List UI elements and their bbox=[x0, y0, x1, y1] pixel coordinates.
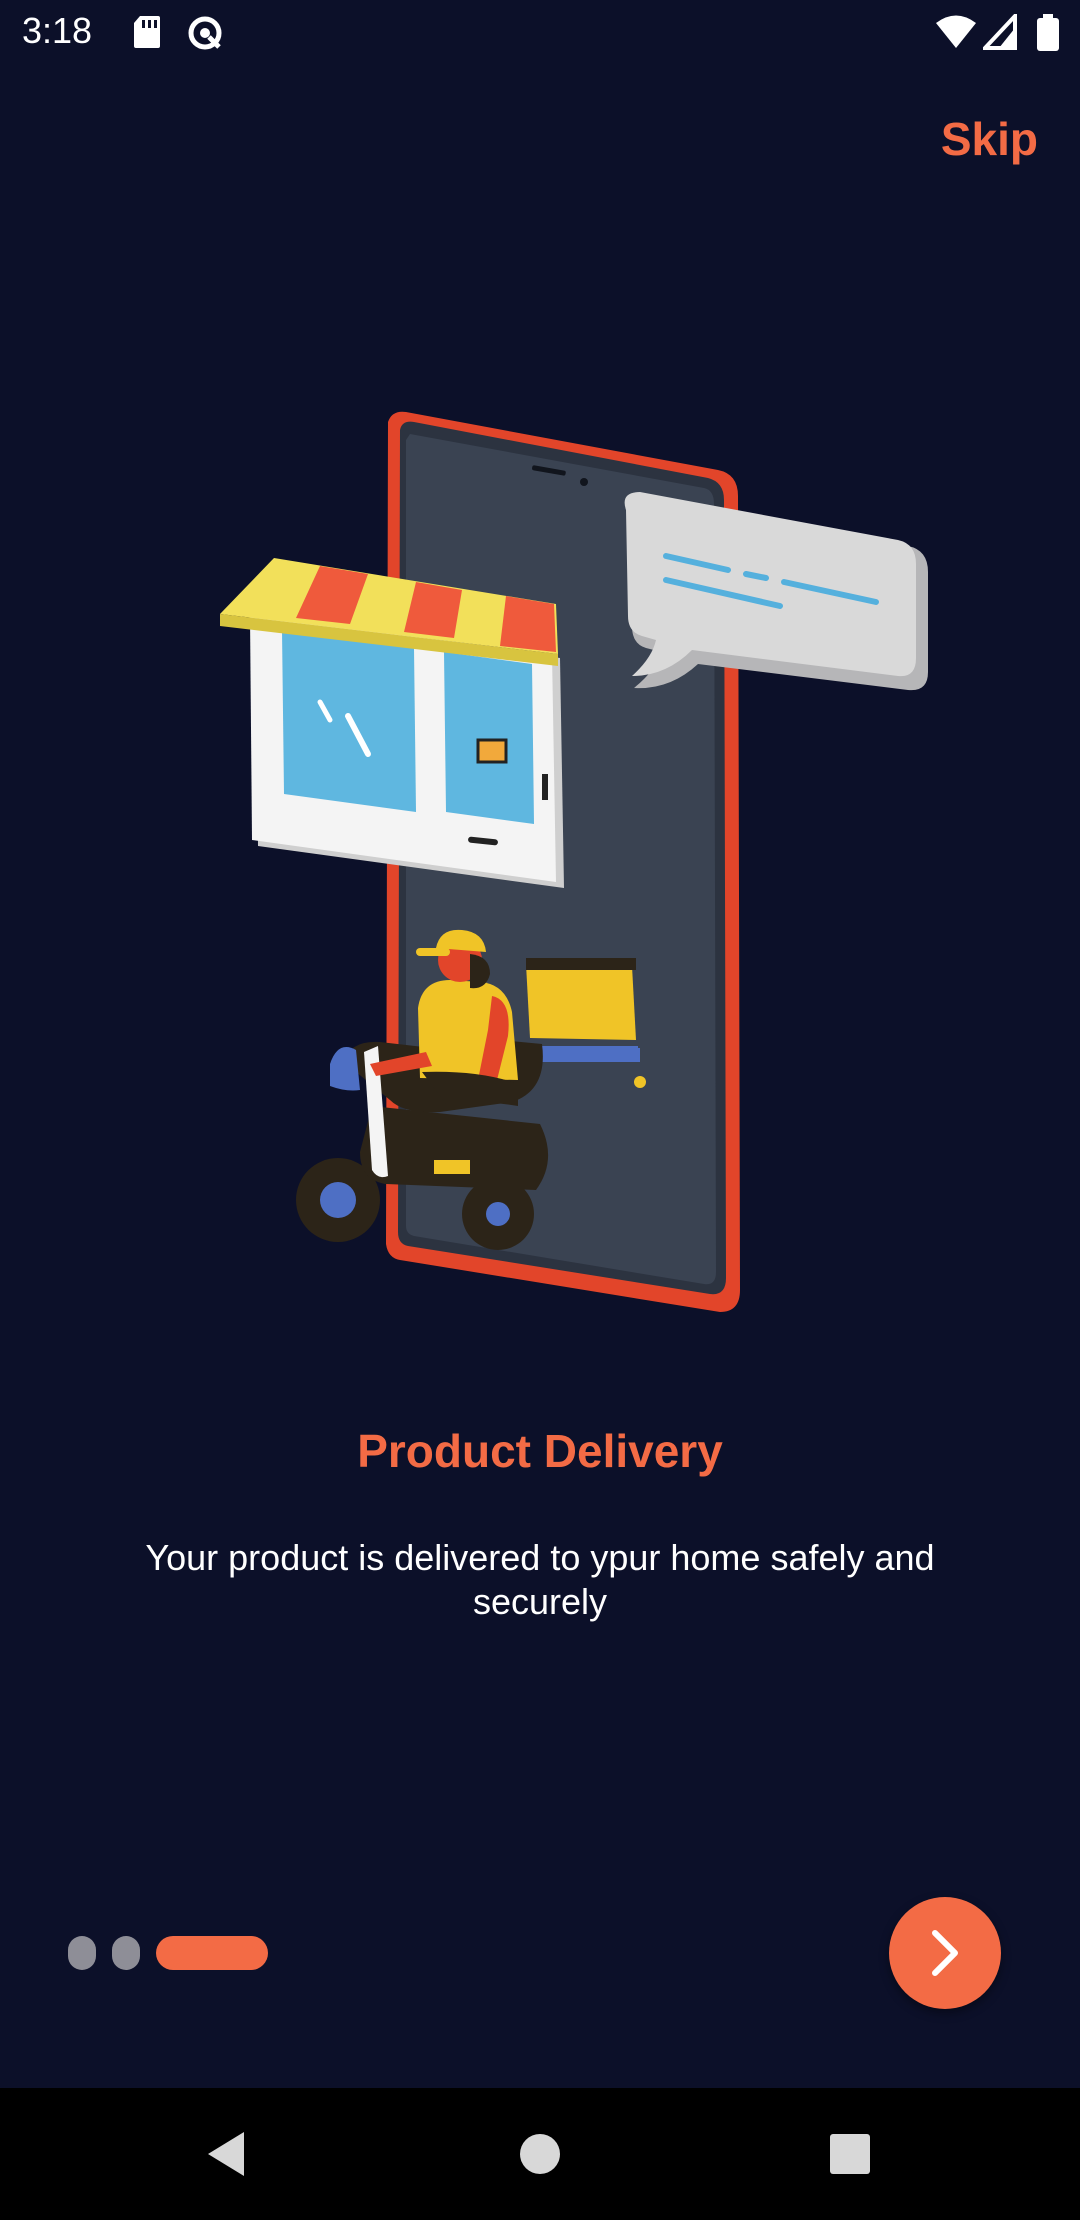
onboarding-description: Your product is delivered to ypur home s… bbox=[145, 1537, 935, 1622]
page-dot-3-active bbox=[156, 1936, 268, 1970]
home-icon[interactable] bbox=[519, 2133, 561, 2175]
skip-button[interactable]: Skip bbox=[941, 112, 1038, 166]
back-icon[interactable] bbox=[204, 2130, 248, 2178]
recents-icon[interactable] bbox=[829, 2133, 871, 2175]
system-nav-bar bbox=[0, 2088, 1080, 2220]
wifi-icon bbox=[936, 15, 976, 48]
chevron-right-icon bbox=[932, 1930, 958, 1976]
onboarding-title: Product Delivery bbox=[357, 1425, 723, 1477]
sync-icon bbox=[188, 16, 222, 50]
page-dot-2 bbox=[112, 1936, 140, 1970]
page-dot-1 bbox=[68, 1936, 96, 1970]
sd-card-icon bbox=[134, 16, 160, 48]
status-time: 3:18 bbox=[22, 10, 93, 51]
chat-bubble-graphic bbox=[624, 492, 928, 691]
battery-icon bbox=[1037, 14, 1059, 51]
delivery-illustration bbox=[220, 411, 928, 1312]
next-button[interactable] bbox=[889, 1897, 1001, 2009]
status-bar: 3:18 bbox=[0, 0, 1080, 66]
signal-icon bbox=[983, 14, 1017, 50]
shop-graphic bbox=[220, 558, 564, 888]
